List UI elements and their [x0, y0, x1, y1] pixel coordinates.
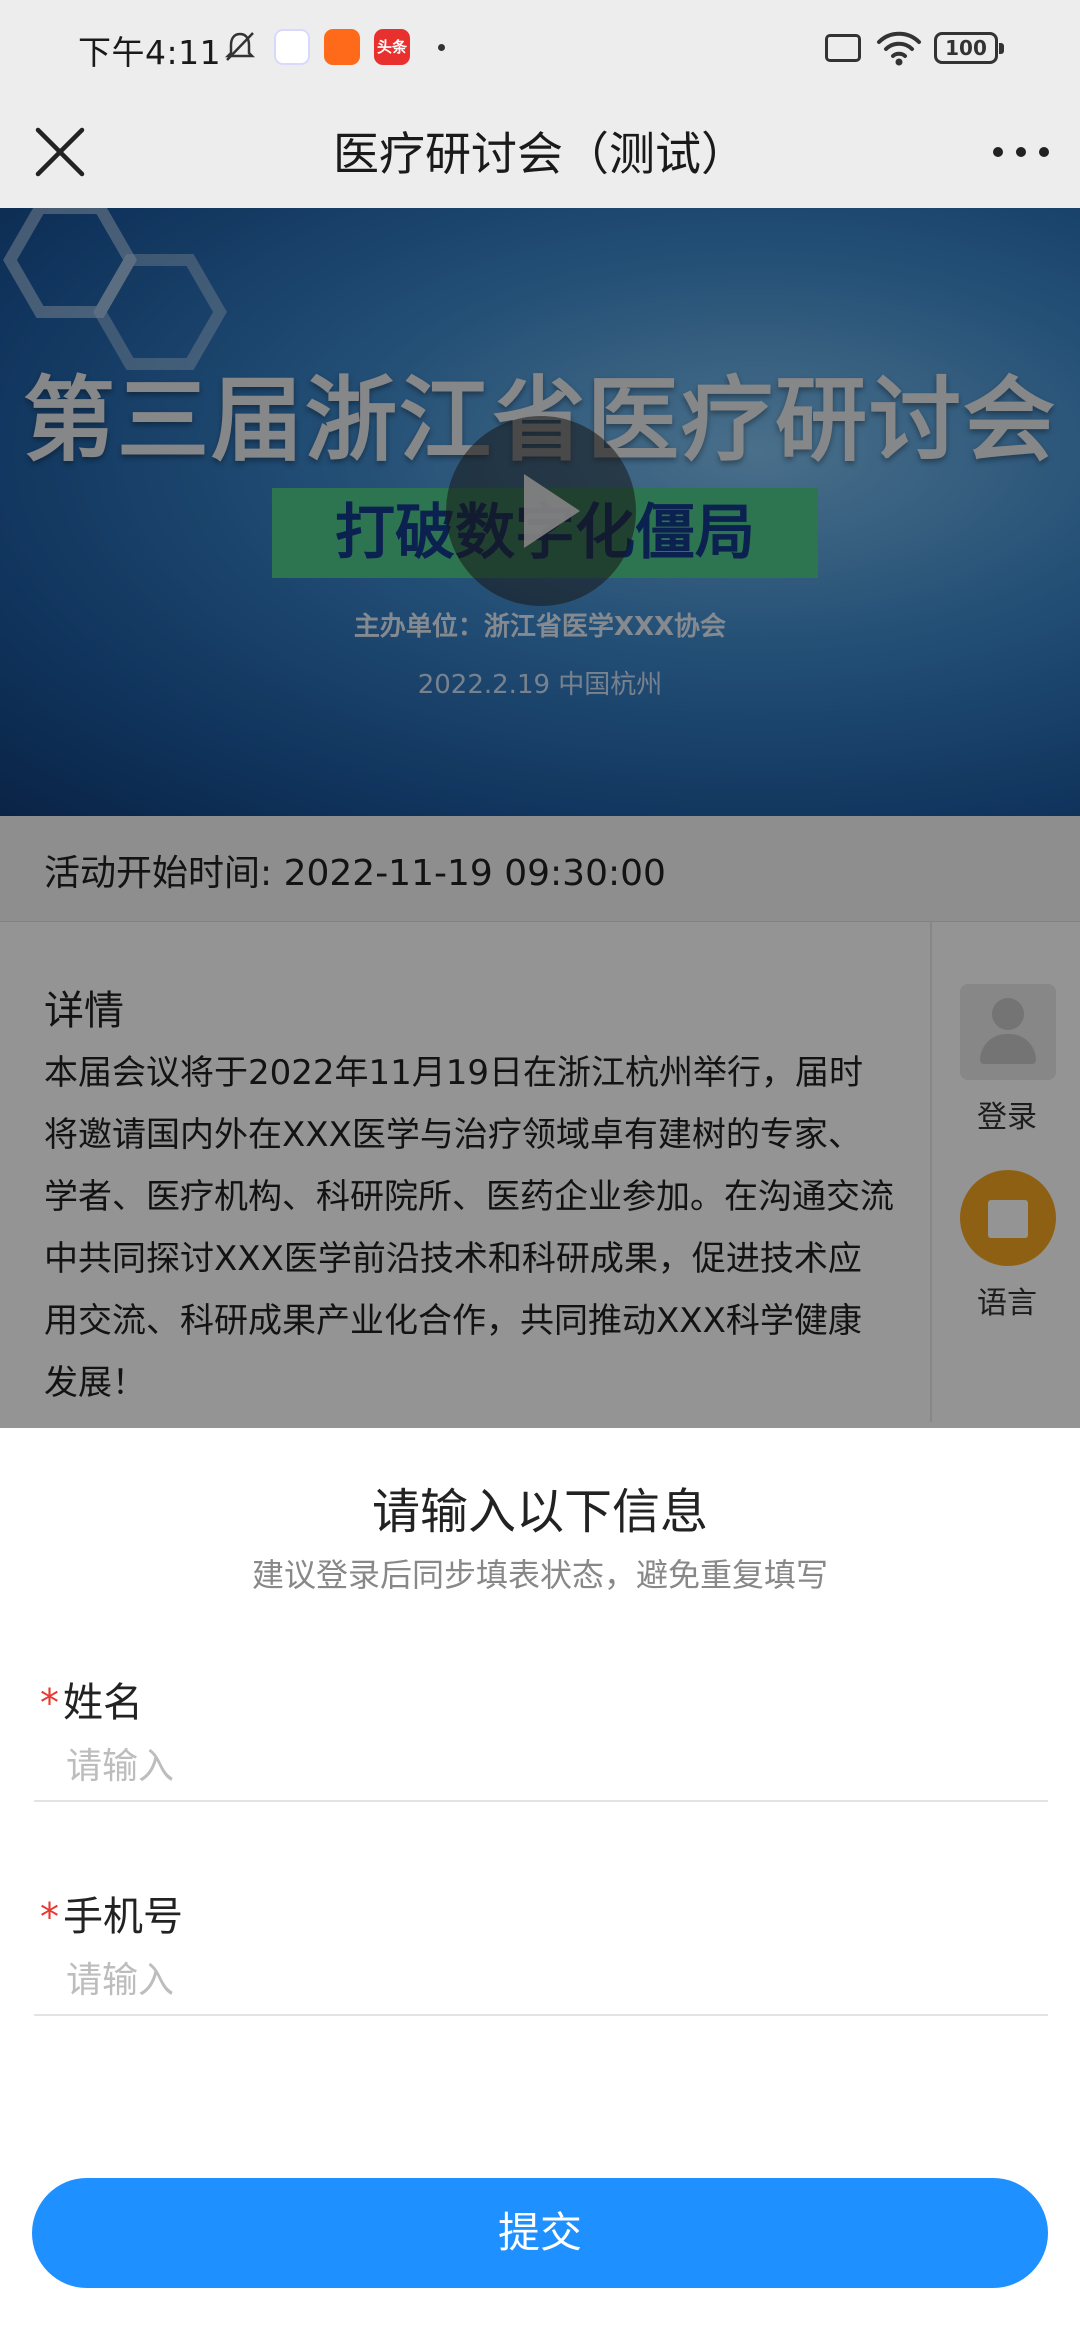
- required-mark: *: [40, 1681, 59, 1725]
- name-field-label: * 姓名: [40, 1670, 143, 1728]
- notification-dot-icon: [438, 44, 445, 51]
- bell-muted-icon: [224, 32, 256, 61]
- name-field-divider: [34, 1800, 1048, 1802]
- form-title: 请输入以下信息: [371, 1484, 708, 1540]
- status-time: 下午4:11: [78, 33, 222, 72]
- status-bar: 下午4:11 头条 100: [0, 0, 1080, 96]
- name-input[interactable]: [66, 1734, 1026, 1798]
- battery-icon: 100: [934, 32, 1004, 64]
- info-form-sheet: 请输入以下信息 建议登录后同步填表状态，避免重复填写 *姓名 *手机号 提交: [0, 1428, 1080, 2340]
- baidu-app-icon: [274, 29, 310, 65]
- phone-field-label: * 手机号: [40, 1884, 183, 1942]
- page-title: 医疗研讨会（测试）: [333, 127, 747, 181]
- more-icon[interactable]: [988, 124, 1054, 180]
- phone-input[interactable]: [66, 1948, 1026, 2012]
- wifi-icon: [877, 31, 921, 66]
- phone-field-divider: [34, 2014, 1048, 2016]
- modal-backdrop[interactable]: [0, 208, 1080, 1428]
- submit-button[interactable]: 提交: [32, 2178, 1048, 2288]
- form-subtitle: 建议登录后同步填表状态，避免重复填写: [251, 1556, 828, 1594]
- nav-bar: 医疗研讨会（测试）: [0, 96, 1080, 208]
- taobao-app-icon: [324, 29, 360, 65]
- no-sim-icon: [825, 34, 861, 62]
- name-label-text: 姓名: [63, 1680, 143, 1726]
- toutiao-app-icon: 头条: [374, 29, 410, 65]
- required-mark: *: [40, 1895, 59, 1939]
- phone-label-text: 手机号: [63, 1894, 183, 1940]
